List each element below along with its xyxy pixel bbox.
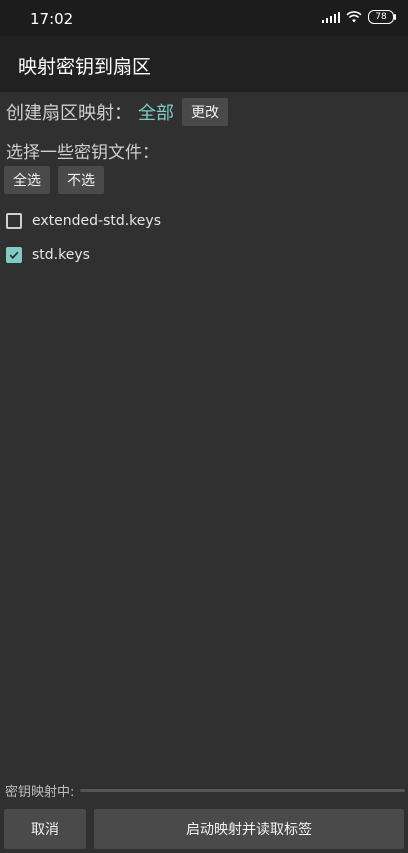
progress-bar <box>80 788 405 792</box>
status-icons: 78 <box>322 10 396 24</box>
key-file-name: std.keys <box>32 247 90 263</box>
mapping-progress: 密钥映射中: <box>5 780 405 800</box>
app-bar: 映射密钥到扇区 <box>0 36 408 92</box>
battery-icon: 78 <box>368 10 396 24</box>
select-keys-label: 选择一些密钥文件： <box>6 143 159 163</box>
battery-level: 78 <box>375 12 387 22</box>
status-time: 17:02 <box>30 10 74 28</box>
key-file-item[interactable]: extended-std.keys <box>6 204 161 238</box>
sector-map-label: 创建扇区映射： <box>6 103 132 124</box>
checkbox-unchecked-icon[interactable] <box>6 213 22 229</box>
change-button[interactable]: 更改 <box>182 98 228 126</box>
select-none-button[interactable]: 不选 <box>58 166 104 194</box>
progress-label: 密钥映射中: <box>5 784 75 800</box>
wifi-icon <box>346 11 362 23</box>
signal-icon <box>322 11 340 23</box>
key-file-list: extended-std.keys std.keys <box>6 204 161 272</box>
select-buttons: 全选 不选 <box>4 166 104 194</box>
sector-map-row: 创建扇区映射： 全部 更改 <box>6 98 228 126</box>
status-bar: 17:02 78 <box>0 0 408 36</box>
sector-map-value: 全部 <box>138 103 174 124</box>
bottom-actions: 取消 启动映射并读取标签 <box>4 809 404 849</box>
key-file-item[interactable]: std.keys <box>6 238 161 272</box>
cancel-button[interactable]: 取消 <box>4 809 86 849</box>
select-all-button[interactable]: 全选 <box>4 166 50 194</box>
checkbox-checked-icon[interactable] <box>6 247 22 263</box>
page-title: 映射密钥到扇区 <box>18 56 152 78</box>
start-mapping-button[interactable]: 启动映射并读取标签 <box>94 809 404 849</box>
key-file-name: extended-std.keys <box>32 213 161 229</box>
checkmark-icon <box>9 251 19 259</box>
